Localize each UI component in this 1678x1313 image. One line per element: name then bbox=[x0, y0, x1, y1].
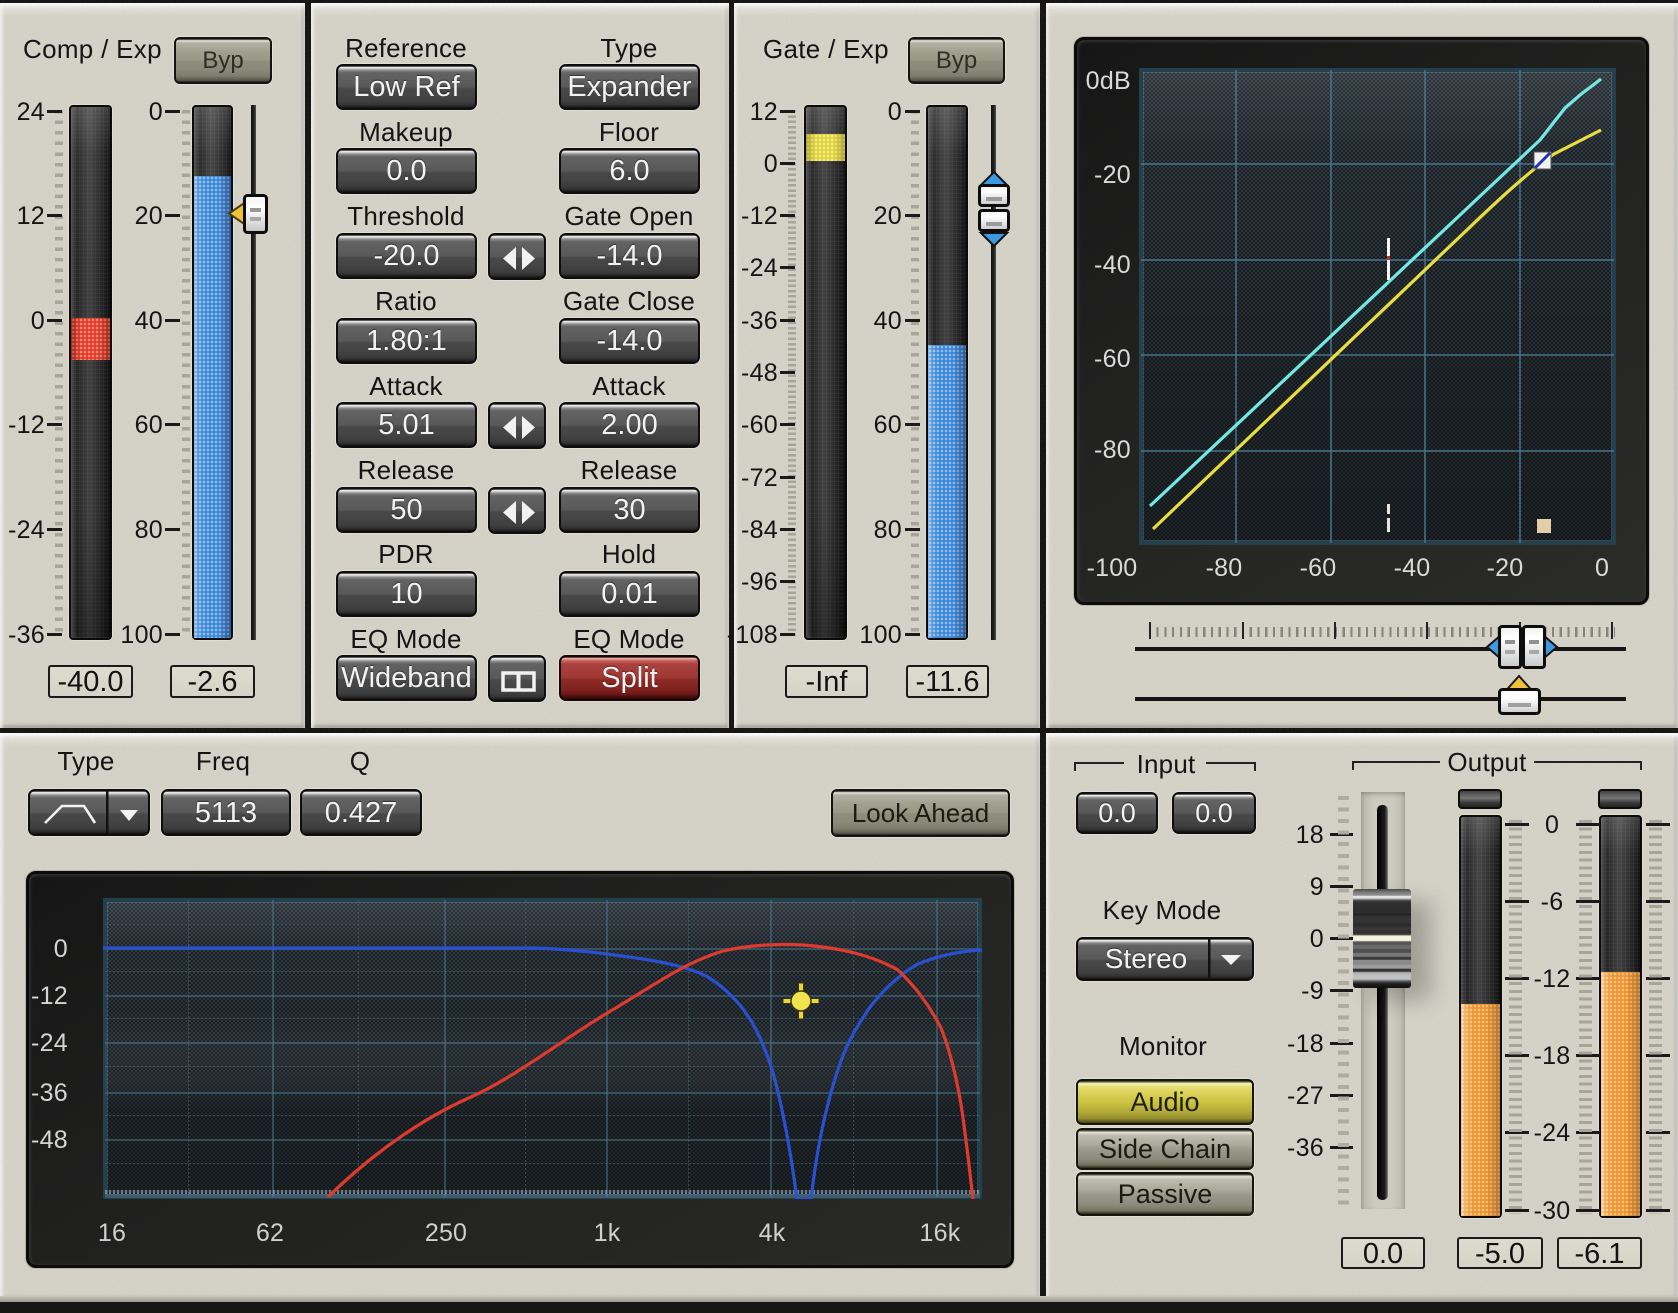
svg-text:Stereo: Stereo bbox=[1105, 943, 1188, 974]
